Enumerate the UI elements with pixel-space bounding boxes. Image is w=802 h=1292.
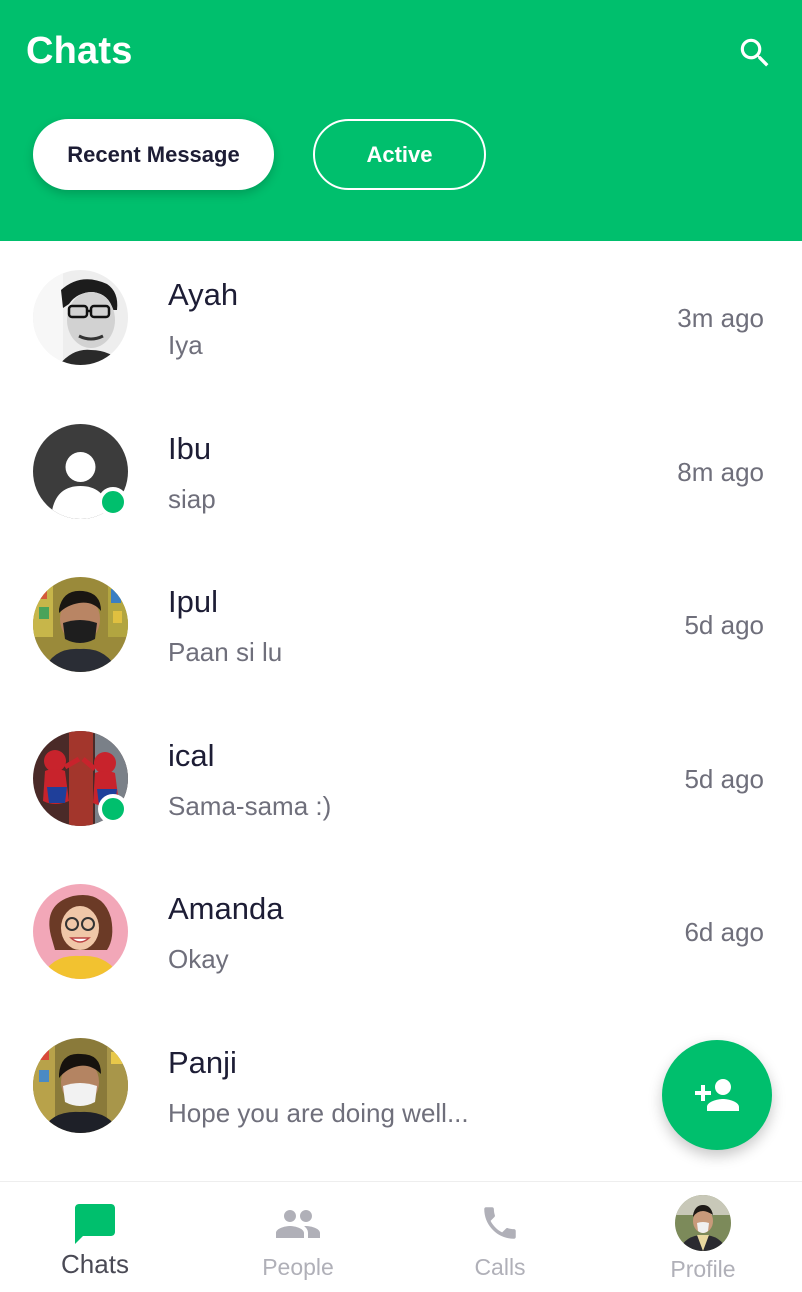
nav-tab-calls[interactable]: Calls (400, 1182, 600, 1292)
chat-last-message: Hope you are doing well... (168, 1097, 469, 1128)
online-status-dot (98, 486, 128, 517)
chat-timestamp: 3m ago (677, 303, 764, 333)
online-status-dot (98, 793, 128, 824)
avatar-wrapper (33, 423, 128, 519)
chat-item-ibu[interactable]: Ibu siap 8m ago (0, 395, 802, 549)
chat-app: Chats Recent Message Active Ayah Iya 3m … (0, 0, 802, 1292)
photo-avatar-masked-boy (33, 1037, 128, 1133)
avatar (33, 270, 128, 365)
avatar-wrapper (33, 270, 128, 365)
chat-timestamp: 8m ago (677, 456, 764, 487)
nav-tab-profile[interactable]: Profile (603, 1182, 802, 1292)
chat-item-amanda[interactable]: Amanda Okay 6d ago (0, 855, 802, 1009)
page-title: Chats (26, 30, 133, 72)
nav-label-people: People (262, 1254, 334, 1280)
chat-name: Ibu (168, 430, 212, 466)
chat-timestamp: 5d ago (684, 763, 764, 794)
chat-last-message: Sama-sama :) (168, 790, 332, 821)
chat-list: Ayah Iya 3m ago Ibu siap 8m ago Ipul Paa… (0, 241, 802, 1163)
avatar-wrapper (33, 884, 128, 980)
people-icon (276, 1210, 320, 1238)
chat-bubble-icon (75, 1204, 115, 1244)
avatar (33, 1037, 128, 1133)
chat-last-message: siap (168, 483, 216, 514)
search-button[interactable] (734, 32, 776, 74)
avatar-wrapper (33, 730, 128, 826)
chat-timestamp: 5d ago (684, 610, 764, 641)
nav-label-profile: Profile (670, 1256, 736, 1282)
avatar-wrapper (33, 577, 128, 673)
chat-name: ical (168, 737, 215, 773)
chat-item-ipul[interactable]: Ipul Paan si lu 5d ago (0, 548, 802, 702)
nav-tab-people[interactable]: People (198, 1182, 398, 1292)
avatar-wrapper (33, 1037, 128, 1133)
nav-label-chats: Chats (61, 1249, 129, 1279)
profile-avatar-icon (675, 1195, 731, 1251)
chat-item-ical[interactable]: ical Sama-sama :) 5d ago (0, 702, 802, 856)
chat-last-message: Paan si lu (168, 637, 283, 668)
chat-item-ayah[interactable]: Ayah Iya 3m ago (0, 241, 802, 395)
photo-avatar-glasses-man (33, 270, 128, 365)
chat-name: Ayah (168, 277, 239, 312)
chat-name: Panji (168, 1044, 237, 1080)
chat-timestamp: 6d ago (684, 917, 764, 948)
filter-active-button[interactable]: Active (313, 119, 486, 190)
app-header: Chats Recent Message Active (0, 0, 802, 241)
filter-recent-message-button[interactable]: Recent Message (33, 119, 274, 190)
chat-last-message: Okay (168, 944, 229, 975)
avatar (33, 884, 128, 980)
photo-avatar-smiling-woman (33, 884, 128, 980)
photo-avatar-masked-man (33, 577, 128, 673)
add-contact-fab[interactable] (662, 1040, 772, 1150)
phone-icon (484, 1207, 516, 1239)
nav-label-calls: Calls (474, 1254, 526, 1280)
chat-last-message: Iya (168, 330, 203, 360)
nav-tab-chats[interactable]: Chats (0, 1182, 195, 1292)
chat-name: Ipul (168, 584, 218, 620)
chat-name: Amanda (168, 891, 284, 927)
add-person-icon (695, 1079, 739, 1111)
bottom-navigation: Chats People Calls Profile (0, 1181, 802, 1292)
search-icon (740, 38, 769, 67)
avatar (33, 577, 128, 673)
